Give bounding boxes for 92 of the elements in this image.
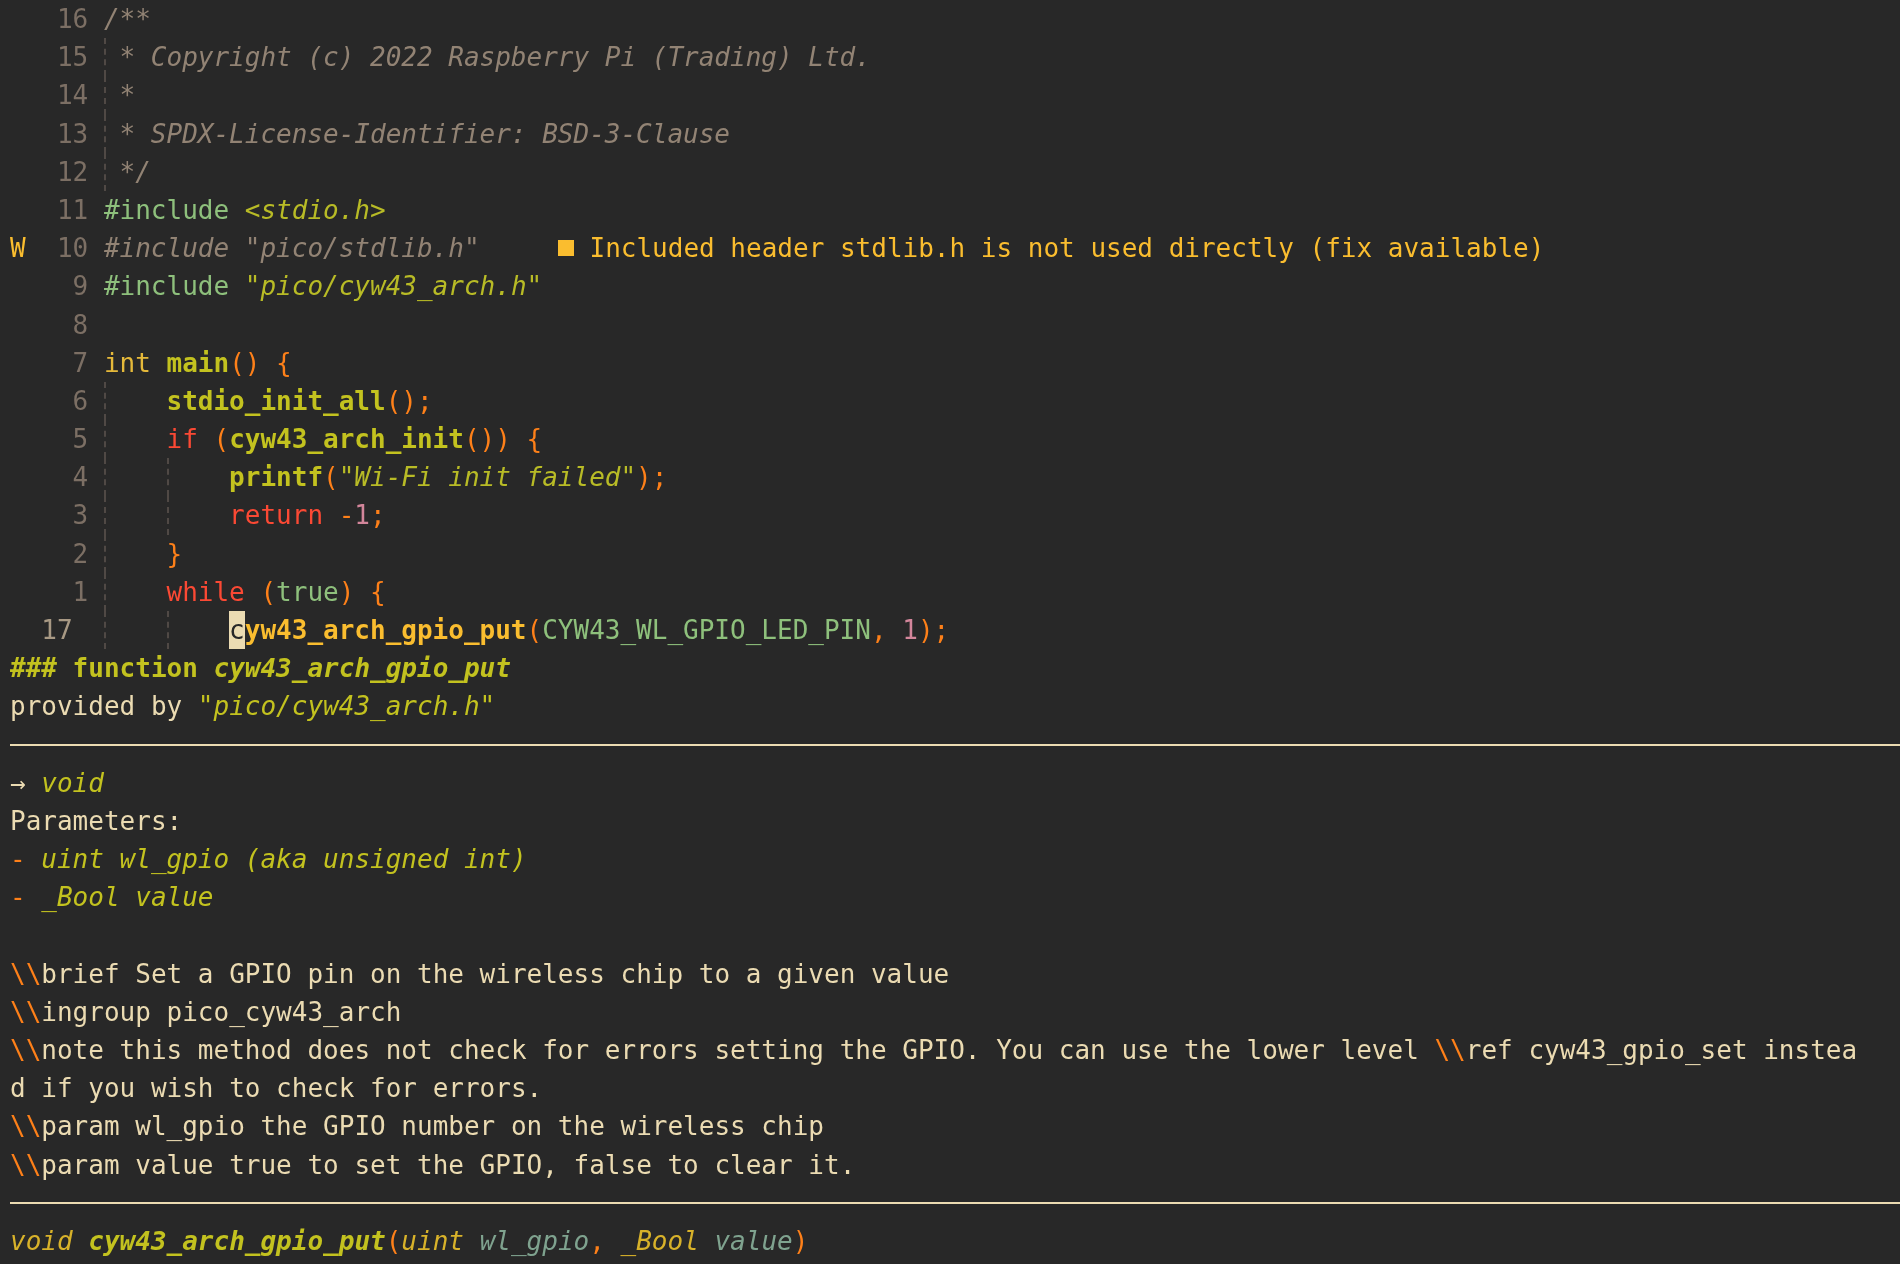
code-token: main bbox=[166, 346, 230, 380]
line-number: 2 bbox=[71, 537, 89, 571]
code-token: CYW43_WL_GPIO_LED_PIN bbox=[542, 614, 871, 647]
doc-text: Parameters: bbox=[10, 804, 183, 838]
doc-text: _Bool value bbox=[41, 881, 214, 915]
doc-text: param value true to set the GPIO, false to clear it. bbox=[41, 1148, 856, 1182]
code-token: (); bbox=[385, 384, 433, 418]
code-token: * bbox=[119, 79, 136, 113]
line-number: 17 bbox=[41, 614, 74, 647]
doc-text: brief Set a GPIO pin on the wireless chip to a given value bbox=[41, 957, 950, 991]
doc-text: ref cyw43_gpio_set instea bbox=[1465, 1034, 1858, 1068]
code-token: , bbox=[870, 614, 888, 647]
code-token: printf bbox=[229, 461, 324, 495]
doc-text: wl_gpio bbox=[479, 1225, 590, 1258]
code-token: * SPDX-License-Identifier: BSD-3-Clause bbox=[119, 117, 730, 151]
doc-text: ( bbox=[385, 1225, 402, 1258]
doc-text: \\ bbox=[10, 1148, 42, 1182]
doc-text: - bbox=[10, 843, 27, 877]
code-token: /** bbox=[103, 3, 151, 36]
doc-text: \\ bbox=[10, 1034, 42, 1068]
line-number: 6 bbox=[71, 384, 89, 418]
code-token: ) { bbox=[338, 575, 386, 609]
doc-text: void bbox=[10, 1225, 74, 1258]
line-number: 1 bbox=[71, 575, 89, 609]
doc-text: cyw43_arch_gpio_put bbox=[213, 652, 511, 686]
code-token: int bbox=[103, 346, 152, 380]
line-number: 9 bbox=[71, 270, 89, 304]
line-number: 16 bbox=[55, 3, 89, 36]
doc-text: cyw43_arch_gpio_put bbox=[88, 1225, 386, 1258]
doc-text: note this method does not check for errors setting the GPIO. You can use the lower level bbox=[41, 1034, 1420, 1068]
code-token: "Wi-Fi init failed" bbox=[338, 461, 637, 495]
line-number: 10 bbox=[55, 232, 89, 266]
doc-text: void bbox=[41, 766, 104, 800]
code-token: while bbox=[166, 575, 246, 609]
code-token: stdio_init_all bbox=[166, 384, 386, 418]
code-token: #include bbox=[103, 193, 231, 227]
line-number: 3 bbox=[71, 499, 89, 533]
cursor-character: c bbox=[229, 611, 245, 650]
line-number: 11 bbox=[55, 193, 89, 227]
line-number: 12 bbox=[55, 155, 89, 189]
code-token: cyw43_arch_init bbox=[229, 423, 464, 457]
doc-text: → bbox=[10, 766, 27, 800]
code-token: <stdio.h> bbox=[244, 193, 386, 227]
code-token: () { bbox=[229, 346, 292, 380]
code-token: - bbox=[338, 499, 355, 533]
line-number: 13 bbox=[55, 117, 89, 151]
doc-text: uint wl_gpio (aka unsigned int) bbox=[41, 843, 527, 877]
code-token: ()) { bbox=[463, 423, 543, 457]
line-number: 5 bbox=[71, 423, 89, 457]
line-number: 4 bbox=[71, 461, 89, 495]
doc-text: \\ bbox=[10, 957, 42, 991]
code-token: } bbox=[166, 537, 183, 571]
line-number: 15 bbox=[55, 41, 89, 75]
code-token: 1 bbox=[354, 499, 370, 533]
code-token: ( bbox=[260, 575, 277, 609]
doc-text: \\ bbox=[10, 1110, 42, 1144]
code-token: ( bbox=[526, 614, 543, 647]
line-number: 8 bbox=[71, 308, 89, 342]
line-number: 14 bbox=[55, 79, 89, 113]
diagnostic-message: Included header stdlib.h is not used directly (fix available) bbox=[589, 232, 1545, 266]
code-token: */ bbox=[119, 155, 151, 189]
doc-text: , bbox=[589, 1225, 606, 1258]
doc-text: uint bbox=[401, 1225, 465, 1258]
code-token: ( bbox=[323, 461, 339, 495]
code-token: ); bbox=[636, 461, 668, 495]
code-token: ); bbox=[917, 614, 950, 647]
code-token: 1 bbox=[902, 614, 918, 647]
warning-icon bbox=[557, 240, 574, 257]
doc-text: d if you wish to check for errors. bbox=[10, 1072, 543, 1106]
code-token: if bbox=[166, 423, 199, 457]
code-token: return bbox=[229, 499, 325, 533]
code-token: yw43_arch_gpio_put bbox=[244, 614, 527, 647]
doc-text: param wl_gpio the GPIO number on the wireless chip bbox=[41, 1110, 824, 1144]
doc-text: - bbox=[10, 881, 27, 915]
code-token: "pico/cyw43_arch.h" bbox=[244, 270, 543, 304]
doc-text: ingroup pico_cyw43_arch bbox=[41, 995, 402, 1029]
code-token: ( bbox=[213, 423, 230, 457]
code-token: #include bbox=[103, 270, 231, 304]
doc-text: ### function bbox=[10, 652, 199, 686]
warning-sign: W bbox=[10, 232, 27, 266]
doc-text: value bbox=[714, 1225, 793, 1258]
code-token: #include "pico/stdlib.h" bbox=[103, 232, 480, 266]
doc-text: provided by bbox=[10, 690, 184, 724]
code-token: true bbox=[276, 575, 339, 609]
doc-text: \\ bbox=[10, 995, 42, 1029]
doc-text: "pico/cyw43_arch.h" bbox=[197, 690, 496, 724]
doc-text: ) bbox=[792, 1225, 809, 1258]
doc-text: \\ bbox=[1434, 1034, 1466, 1068]
code-token: * Copyright (c) 2022 Raspberry Pi (Trading) Ltd. bbox=[119, 41, 871, 75]
doc-text: _Bool bbox=[620, 1225, 700, 1258]
line-number: 7 bbox=[71, 346, 89, 380]
code-token: ; bbox=[370, 499, 386, 533]
